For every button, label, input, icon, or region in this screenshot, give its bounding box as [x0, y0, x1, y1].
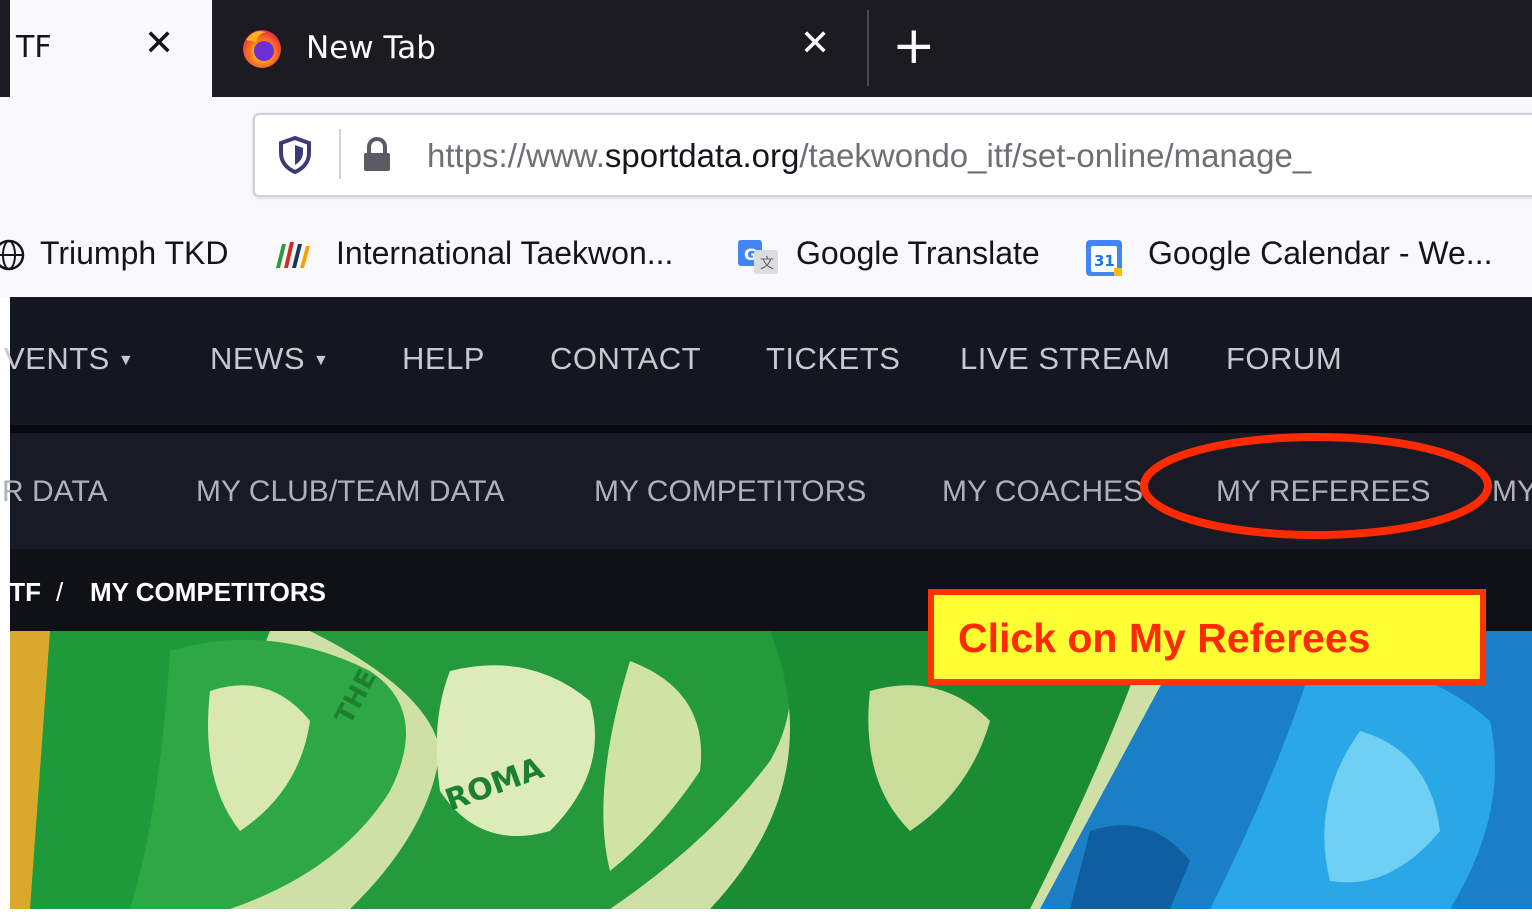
- lock-icon[interactable]: [359, 135, 395, 175]
- instruction-callout: Click on My Referees: [928, 589, 1486, 685]
- callout-text: Click on My Referees: [958, 615, 1371, 661]
- firefox-icon: [243, 30, 281, 68]
- url-text[interactable]: https://www.sportdata.org/taekwondo_itf/…: [427, 137, 1311, 175]
- tracking-protection-shield-icon[interactable]: [277, 135, 313, 175]
- subnav-my-coaches[interactable]: MY COACHES: [942, 475, 1143, 509]
- subnav-my-competitors[interactable]: MY COMPETITORS: [594, 475, 866, 509]
- breadcrumb-separator: /: [56, 577, 64, 607]
- subnav-user-data[interactable]: R DATA: [2, 475, 108, 509]
- nav-news-label: NEWS: [210, 341, 305, 376]
- caret-down-icon: ▼: [313, 352, 330, 369]
- breadcrumb-parent[interactable]: ITF: [2, 577, 41, 608]
- url-path: /taekwondo_itf/set-online/manage_: [799, 137, 1312, 174]
- subnav-my-more[interactable]: MY: [1492, 475, 1532, 509]
- globe-icon: [0, 239, 25, 271]
- bookmarks-toolbar: Triumph TKD International Taekwon... G 文…: [0, 215, 1532, 297]
- itf-flag-icon: [276, 242, 310, 268]
- bookmark-google-translate[interactable]: Google Translate: [796, 235, 1040, 272]
- nav-live-stream[interactable]: LIVE STREAM: [960, 341, 1171, 377]
- url-domain: sportdata.org: [604, 137, 800, 174]
- address-bar-separator: [339, 129, 341, 179]
- new-tab-button[interactable]: +: [892, 16, 936, 76]
- url-prefix: https://www.: [427, 137, 605, 174]
- nav-news[interactable]: NEWS ▼: [210, 341, 329, 377]
- nav-divider: [10, 425, 1532, 433]
- address-bar[interactable]: https://www.sportdata.org/taekwondo_itf/…: [253, 113, 1532, 197]
- bookmark-google-calendar[interactable]: Google Calendar - We...: [1148, 235, 1492, 272]
- account-sub-nav: R DATA MY CLUB/TEAM DATA MY COMPETITORS …: [2, 433, 1532, 549]
- subnav-my-referees[interactable]: MY REFEREES: [1216, 475, 1431, 509]
- breadcrumb-current: MY COMPETITORS: [90, 577, 326, 607]
- site-main-nav: VENTS ▼ NEWS ▼ HELP CONTACT TICKETS LIVE S…: [4, 297, 1532, 425]
- nav-contact[interactable]: CONTACT: [550, 341, 701, 377]
- caret-down-icon: ▼: [117, 352, 135, 369]
- bookmark-triumph-tkd[interactable]: Triumph TKD: [40, 235, 228, 272]
- nav-forum[interactable]: FORUM: [1226, 341, 1342, 377]
- nav-help[interactable]: HELP: [402, 341, 485, 377]
- navigation-toolbar: https://www.sportdata.org/taekwondo_itf/…: [0, 97, 1532, 215]
- tab-active[interactable]: TF ✕: [10, 0, 212, 97]
- google-translate-icon: G 文: [738, 240, 778, 274]
- nav-events[interactable]: VENTS ▼: [4, 341, 134, 377]
- nav-tickets[interactable]: TICKETS: [766, 341, 900, 377]
- tab-separator: [867, 10, 869, 86]
- tab-new-tab[interactable]: New Tab ✕: [212, 0, 868, 97]
- svg-text:文: 文: [760, 256, 774, 272]
- tab-title: TF: [16, 30, 52, 65]
- google-calendar-icon: 31: [1086, 240, 1122, 276]
- tab-close-icon[interactable]: ✕: [800, 24, 830, 64]
- subnav-my-club-team-data[interactable]: MY CLUB/TEAM DATA: [196, 475, 504, 509]
- tab-close-icon[interactable]: ✕: [144, 24, 174, 64]
- bookmark-international-taekwondo[interactable]: International Taekwon...: [336, 235, 673, 272]
- browser-tab-strip: TF ✕ New Tab ✕ +: [0, 0, 1532, 97]
- nav-events-label: VENTS: [4, 341, 110, 376]
- calendar-day: 31: [1094, 252, 1115, 270]
- tab-title: New Tab: [306, 30, 436, 66]
